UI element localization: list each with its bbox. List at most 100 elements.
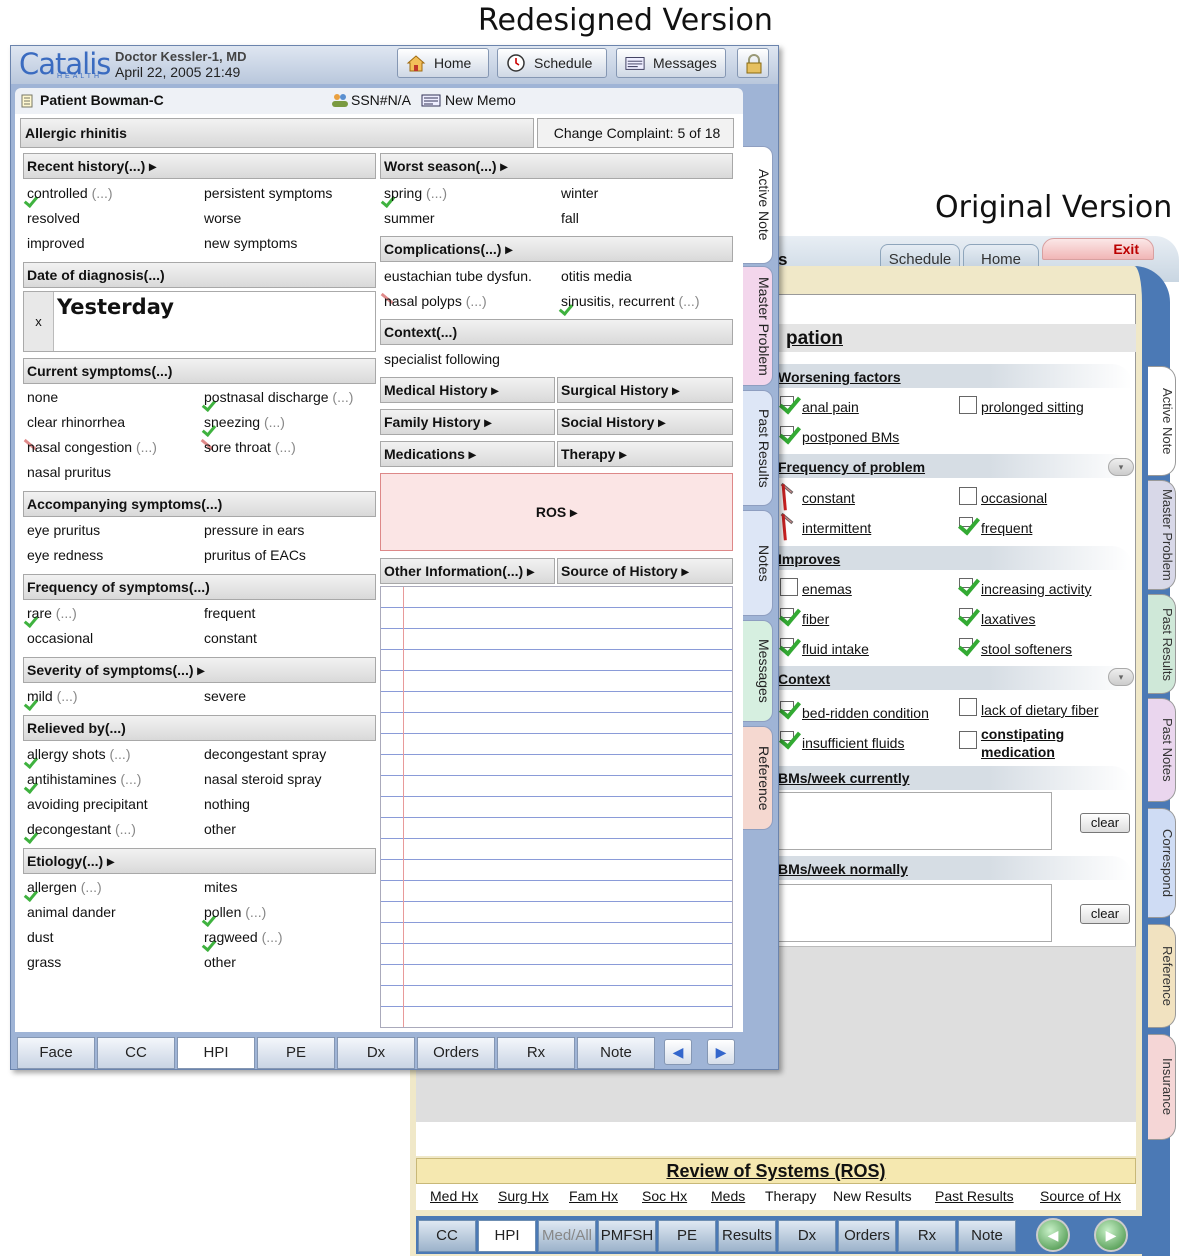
orig-side-tab-past-notes[interactable]: Past Notes [1148, 698, 1176, 802]
option-sore-throat[interactable]: sore throat (...) [204, 439, 296, 455]
original-option[interactable]: lack of dietary fiber [981, 702, 1099, 718]
option-postnasal-discharge[interactable]: postnasal discharge (...) [204, 389, 353, 405]
original-option[interactable]: laxatives [981, 611, 1035, 627]
orig-tab-rx[interactable]: Rx [898, 1220, 956, 1252]
original-checkbox[interactable] [780, 701, 794, 711]
orig-tab-hpi[interactable]: HPI [478, 1220, 536, 1252]
original-checkbox[interactable] [959, 578, 973, 588]
current-symptoms-header[interactable]: Current symptoms(...) [23, 358, 376, 384]
option-eustachian-tube[interactable]: eustachian tube dysfun. [384, 268, 532, 284]
relieved-by-header[interactable]: Relieved by(...) [23, 715, 376, 741]
frequency-header[interactable]: Frequency of symptoms(...) [23, 574, 376, 600]
clear-button[interactable]: clear [1080, 904, 1130, 924]
family-history-button[interactable]: Family History ▸ [380, 409, 555, 435]
option-avoiding-precipitant[interactable]: avoiding precipitant [27, 796, 148, 812]
option-mites[interactable]: mites [204, 879, 237, 895]
side-tab-notes[interactable]: Notes [743, 510, 773, 616]
tab-face[interactable]: Face [17, 1037, 95, 1069]
orig-tab-results[interactable]: Results [718, 1220, 776, 1252]
option-decongestant[interactable]: decongestant (...) [27, 821, 136, 837]
original-checkbox[interactable] [780, 638, 794, 648]
recent-history-header[interactable]: Recent history(...) ▸ [23, 153, 376, 179]
side-tab-reference[interactable]: Reference [743, 726, 773, 830]
back-arrow-icon[interactable]: ◀ [1036, 1218, 1070, 1252]
medications-button[interactable]: Medications ▸ [380, 441, 555, 467]
severity-header[interactable]: Severity of symptoms(...) ▸ [23, 657, 376, 683]
messages-button[interactable]: Messages [616, 48, 726, 78]
option-decongestant-spray[interactable]: decongestant spray [204, 746, 326, 762]
option-none[interactable]: none [27, 389, 58, 405]
context-header[interactable]: Context(...) [380, 319, 733, 345]
subnav-source-of-hx[interactable]: Source of Hx [1040, 1188, 1121, 1204]
next-icon[interactable]: ▶ [707, 1039, 735, 1065]
subnav-soc-hx[interactable]: Soc Hx [642, 1188, 687, 1204]
surgical-history-button[interactable]: Surgical History ▸ [557, 377, 733, 403]
subnav-new-results[interactable]: New Results [833, 1188, 912, 1204]
original-checkbox[interactable] [780, 578, 798, 596]
original-option[interactable]: intermittent [802, 520, 871, 536]
option-new-symptoms[interactable]: new symptoms [204, 235, 297, 251]
original-option[interactable]: anal pain [802, 399, 859, 415]
other-information-notes[interactable] [380, 586, 733, 1028]
orig-side-tab-active-note[interactable]: Active Note [1148, 366, 1176, 476]
option-occasional[interactable]: occasional [27, 630, 93, 646]
original-option[interactable]: fiber [802, 611, 829, 627]
option-nasal-pruritus[interactable]: nasal pruritus [27, 464, 111, 480]
option-animal-dander[interactable]: animal dander [27, 904, 116, 920]
bms-normal-field[interactable] [778, 884, 1052, 942]
other-information-header[interactable]: Other Information(...) ▸ [380, 558, 555, 584]
tab-note[interactable]: Note [577, 1037, 655, 1069]
accompanying-symptoms-header[interactable]: Accompanying symptoms(...) [23, 491, 376, 517]
option-eye-pruritus[interactable]: eye pruritus [27, 522, 100, 538]
option-pruritus-of-eacs[interactable]: pruritus of EACs [204, 547, 306, 563]
tab-orders[interactable]: Orders [417, 1037, 495, 1069]
lock-button[interactable] [737, 48, 769, 78]
original-option[interactable]: prolonged sitting [981, 399, 1084, 415]
original-option[interactable]: frequent [981, 520, 1032, 536]
option-constant[interactable]: constant [204, 630, 257, 646]
original-checkbox[interactable] [959, 731, 977, 749]
original-checkbox[interactable] [959, 698, 977, 716]
orig-tab-dx[interactable]: Dx [778, 1220, 836, 1252]
original-option[interactable]: occasional [981, 490, 1047, 506]
subnav-past-results[interactable]: Past Results [935, 1188, 1014, 1204]
orig-side-tab-master-problem[interactable]: Master Problem [1148, 480, 1176, 590]
original-exit-button[interactable]: Exit [1042, 238, 1154, 260]
original-checkbox[interactable] [959, 396, 977, 414]
original-option[interactable]: stool softeners [981, 641, 1072, 657]
previous-icon[interactable]: ◀ [664, 1039, 692, 1065]
option-allergen[interactable]: allergen (...) [27, 879, 102, 895]
schedule-button[interactable]: Schedule [497, 48, 607, 78]
original-checkbox[interactable] [959, 608, 973, 618]
date-of-diagnosis-field[interactable]: x Yesterday [23, 291, 376, 352]
option-pressure-in-ears[interactable]: pressure in ears [204, 522, 304, 538]
subnav-surg-hx[interactable]: Surg Hx [498, 1188, 549, 1204]
original-checkbox[interactable] [780, 731, 794, 741]
original-checkbox[interactable] [780, 608, 794, 618]
tab-pe[interactable]: PE [257, 1037, 335, 1069]
option-fall[interactable]: fall [561, 210, 579, 226]
subnav-therapy[interactable]: Therapy [765, 1188, 816, 1204]
subnav-meds[interactable]: Meds [711, 1188, 745, 1204]
option-nasal-steroid-spray[interactable]: nasal steroid spray [204, 771, 322, 787]
option-sneezing[interactable]: sneezing (...) [204, 414, 285, 430]
bms-current-field[interactable] [778, 792, 1052, 850]
option-nasal-polyps[interactable]: nasal polyps (...) [384, 293, 487, 309]
tab-rx[interactable]: Rx [497, 1037, 575, 1069]
orig-side-tab-past-results[interactable]: Past Results [1148, 594, 1176, 694]
option-dust[interactable]: dust [27, 929, 53, 945]
option-spring[interactable]: spring (...) [384, 185, 447, 201]
patient-name[interactable]: Patient Bowman-C [40, 92, 164, 108]
ros-button[interactable]: ROS ▸ [380, 473, 733, 551]
original-ros-title[interactable]: Review of Systems (ROS) [416, 1158, 1136, 1184]
option-pollen[interactable]: pollen (...) [204, 904, 266, 920]
option-worse[interactable]: worse [204, 210, 241, 226]
option-summer[interactable]: summer [384, 210, 435, 226]
option-mild[interactable]: mild (...) [27, 688, 78, 704]
option-grass[interactable]: grass [27, 954, 61, 970]
original-option[interactable]: postponed BMs [802, 429, 899, 445]
orig-tab-note[interactable]: Note [958, 1220, 1016, 1252]
date-of-diagnosis-header[interactable]: Date of diagnosis(...) [23, 262, 376, 288]
option-persistent-symptoms[interactable]: persistent symptoms [204, 185, 332, 201]
option-nasal-congestion[interactable]: nasal congestion (...) [27, 439, 157, 455]
